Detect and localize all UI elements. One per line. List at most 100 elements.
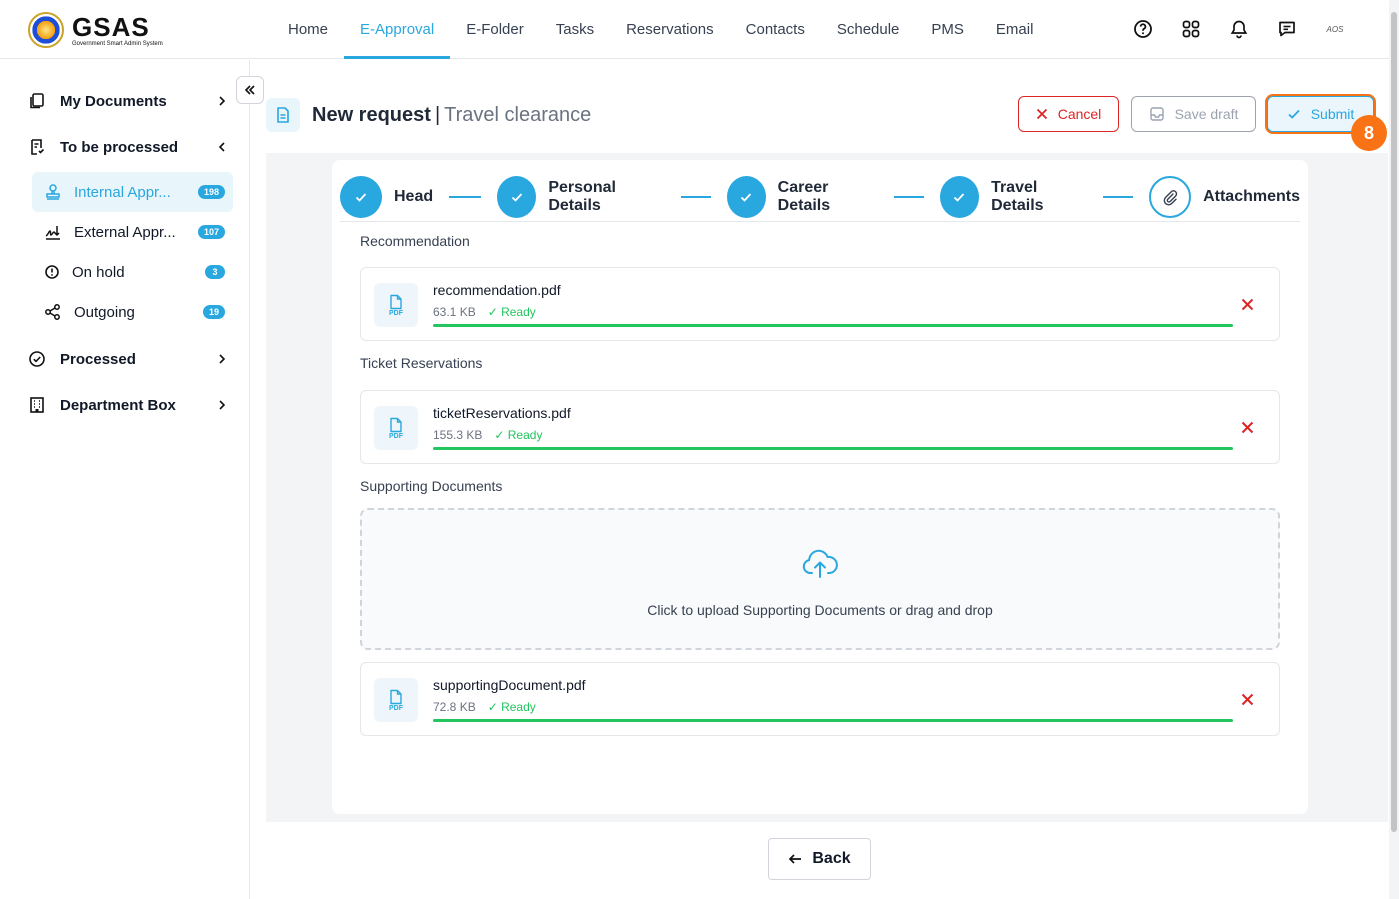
file-size: 155.3 KB xyxy=(433,428,483,442)
chevron-left-icon xyxy=(218,142,225,152)
chat-icon[interactable] xyxy=(1273,14,1301,44)
stepper: Head Personal Details Career Details Tra… xyxy=(340,172,1300,222)
cancel-label: Cancel xyxy=(1057,106,1102,122)
nav-home[interactable]: Home xyxy=(272,0,344,59)
upload-progress-bar xyxy=(433,719,1233,722)
save-draft-button[interactable]: Save draft xyxy=(1131,96,1256,132)
section-title-ticket-reservations: Ticket Reservations xyxy=(360,355,483,371)
pdf-file-icon: PDF xyxy=(374,678,418,722)
back-button[interactable]: Back xyxy=(768,838,871,880)
inbox-icon xyxy=(1149,107,1164,121)
signature-icon xyxy=(45,226,60,240)
nav-contacts[interactable]: Contacts xyxy=(730,0,821,59)
sidebar-item-label: Department Box xyxy=(60,396,176,414)
title-separator: | xyxy=(434,103,441,126)
nav-email[interactable]: Email xyxy=(980,0,1050,59)
close-icon xyxy=(1036,108,1047,120)
logo-subtitle: Government Smart Admin System xyxy=(72,40,163,47)
file-size: 72.8 KB xyxy=(433,700,476,714)
emblem-icon xyxy=(28,12,64,48)
sidebar-subitem-label: External Appr... xyxy=(74,223,176,241)
main-nav: Home E-Approval E-Folder Tasks Reservati… xyxy=(272,0,1049,59)
step-travel-details[interactable]: Travel Details xyxy=(939,175,1149,218)
cancel-button[interactable]: Cancel xyxy=(1018,96,1119,132)
documents-icon xyxy=(30,93,44,109)
document-icon xyxy=(266,98,300,132)
sidebar-item-my-documents[interactable]: My Documents xyxy=(28,86,228,116)
step-label: Head xyxy=(394,187,434,205)
file-type-label: PDF xyxy=(389,432,403,440)
check-icon xyxy=(1288,109,1300,119)
nav-tasks[interactable]: Tasks xyxy=(540,0,610,59)
stamp-icon xyxy=(46,184,60,200)
step-head[interactable]: Head xyxy=(340,175,497,218)
sidebar-subitem-on-hold[interactable]: On hold 3 xyxy=(32,252,233,292)
user-avatar[interactable]: AOS xyxy=(1321,14,1349,44)
file-card-ticket-reservations: PDF ticketReservations.pdf 155.3 KB ✓ Re… xyxy=(360,390,1280,464)
file-name: ticketReservations.pdf xyxy=(433,405,571,421)
top-bar: GSAS Government Smart Admin System Home … xyxy=(0,0,1389,59)
file-status: ✓ Ready xyxy=(487,700,536,714)
scrollbar-thumb[interactable] xyxy=(1391,12,1397,832)
help-icon[interactable] xyxy=(1129,14,1157,44)
close-icon xyxy=(1241,421,1253,433)
sidebar-subitem-label: Internal Appr... xyxy=(74,183,171,201)
building-icon xyxy=(30,397,44,413)
sidebar-item-label: Processed xyxy=(60,350,136,368)
step-personal-details[interactable]: Personal Details xyxy=(497,175,726,218)
remove-file-button[interactable] xyxy=(1237,417,1257,437)
app-logo[interactable]: GSAS Government Smart Admin System xyxy=(28,12,163,48)
file-size: 63.1 KB xyxy=(433,305,476,319)
page-subtitle: Travel clearance xyxy=(444,103,592,126)
sidebar-subitem-label: On hold xyxy=(72,263,125,281)
cloud-upload-icon xyxy=(802,549,838,578)
nav-schedule[interactable]: Schedule xyxy=(821,0,916,59)
upload-dropzone[interactable]: Click to upload Supporting Documents or … xyxy=(360,508,1280,650)
apps-grid-icon[interactable] xyxy=(1177,14,1205,44)
page-scrollbar[interactable] xyxy=(1389,0,1399,899)
step-complete-icon xyxy=(497,175,537,218)
page-title-main: New request xyxy=(312,103,431,126)
close-icon xyxy=(1241,298,1253,310)
step-connector xyxy=(1103,195,1134,198)
alert-circle-icon xyxy=(45,265,59,279)
file-status: ✓ Ready xyxy=(487,305,536,319)
remove-file-button[interactable] xyxy=(1237,294,1257,314)
sidebar-subitem-internal-approvals[interactable]: Internal Appr... 198 xyxy=(32,172,233,212)
sidebar-item-processed[interactable]: Processed xyxy=(28,344,228,374)
file-name: supportingDocument.pdf xyxy=(433,677,586,693)
remove-file-button[interactable] xyxy=(1237,689,1257,709)
step-connector xyxy=(680,195,711,198)
sidebar-subitem-outgoing[interactable]: Outgoing 19 xyxy=(32,292,233,332)
nav-reservations[interactable]: Reservations xyxy=(610,0,730,59)
page-title: New request | Travel clearance xyxy=(312,104,591,127)
step-connector xyxy=(449,195,482,198)
file-name: recommendation.pdf xyxy=(433,282,561,298)
arrow-left-icon xyxy=(789,854,802,864)
to-process-icon xyxy=(31,139,45,155)
sidebar-item-department-box[interactable]: Department Box xyxy=(28,390,228,420)
section-title-recommendation: Recommendation xyxy=(360,233,470,249)
collapse-sidebar-button[interactable] xyxy=(236,76,264,104)
chevron-right-icon xyxy=(219,96,226,106)
logo-text: GSAS xyxy=(72,11,150,42)
avatar-initials: AOS xyxy=(1326,24,1344,34)
count-badge: 19 xyxy=(202,305,225,319)
pdf-file-icon: PDF xyxy=(374,283,418,327)
step-career-details[interactable]: Career Details xyxy=(726,175,940,218)
nav-e-folder[interactable]: E-Folder xyxy=(450,0,540,59)
step-attachments[interactable]: Attachments xyxy=(1149,175,1300,218)
check-circle-icon xyxy=(29,351,45,367)
nav-pms[interactable]: PMS xyxy=(915,0,980,59)
nav-e-approval[interactable]: E-Approval xyxy=(344,0,451,59)
sidebar-item-to-be-processed[interactable]: To be processed xyxy=(28,132,228,162)
share-icon xyxy=(45,304,60,320)
save-draft-label: Save draft xyxy=(1174,106,1239,122)
close-icon xyxy=(1241,693,1253,705)
step-label: Attachments xyxy=(1203,187,1300,205)
sidebar-subitem-external-approvals[interactable]: External Appr... 107 xyxy=(32,212,233,252)
sidebar-item-label: My Documents xyxy=(60,92,167,110)
upload-progress-bar xyxy=(433,447,1233,450)
step-connector xyxy=(894,195,924,198)
bell-icon[interactable] xyxy=(1225,14,1253,44)
